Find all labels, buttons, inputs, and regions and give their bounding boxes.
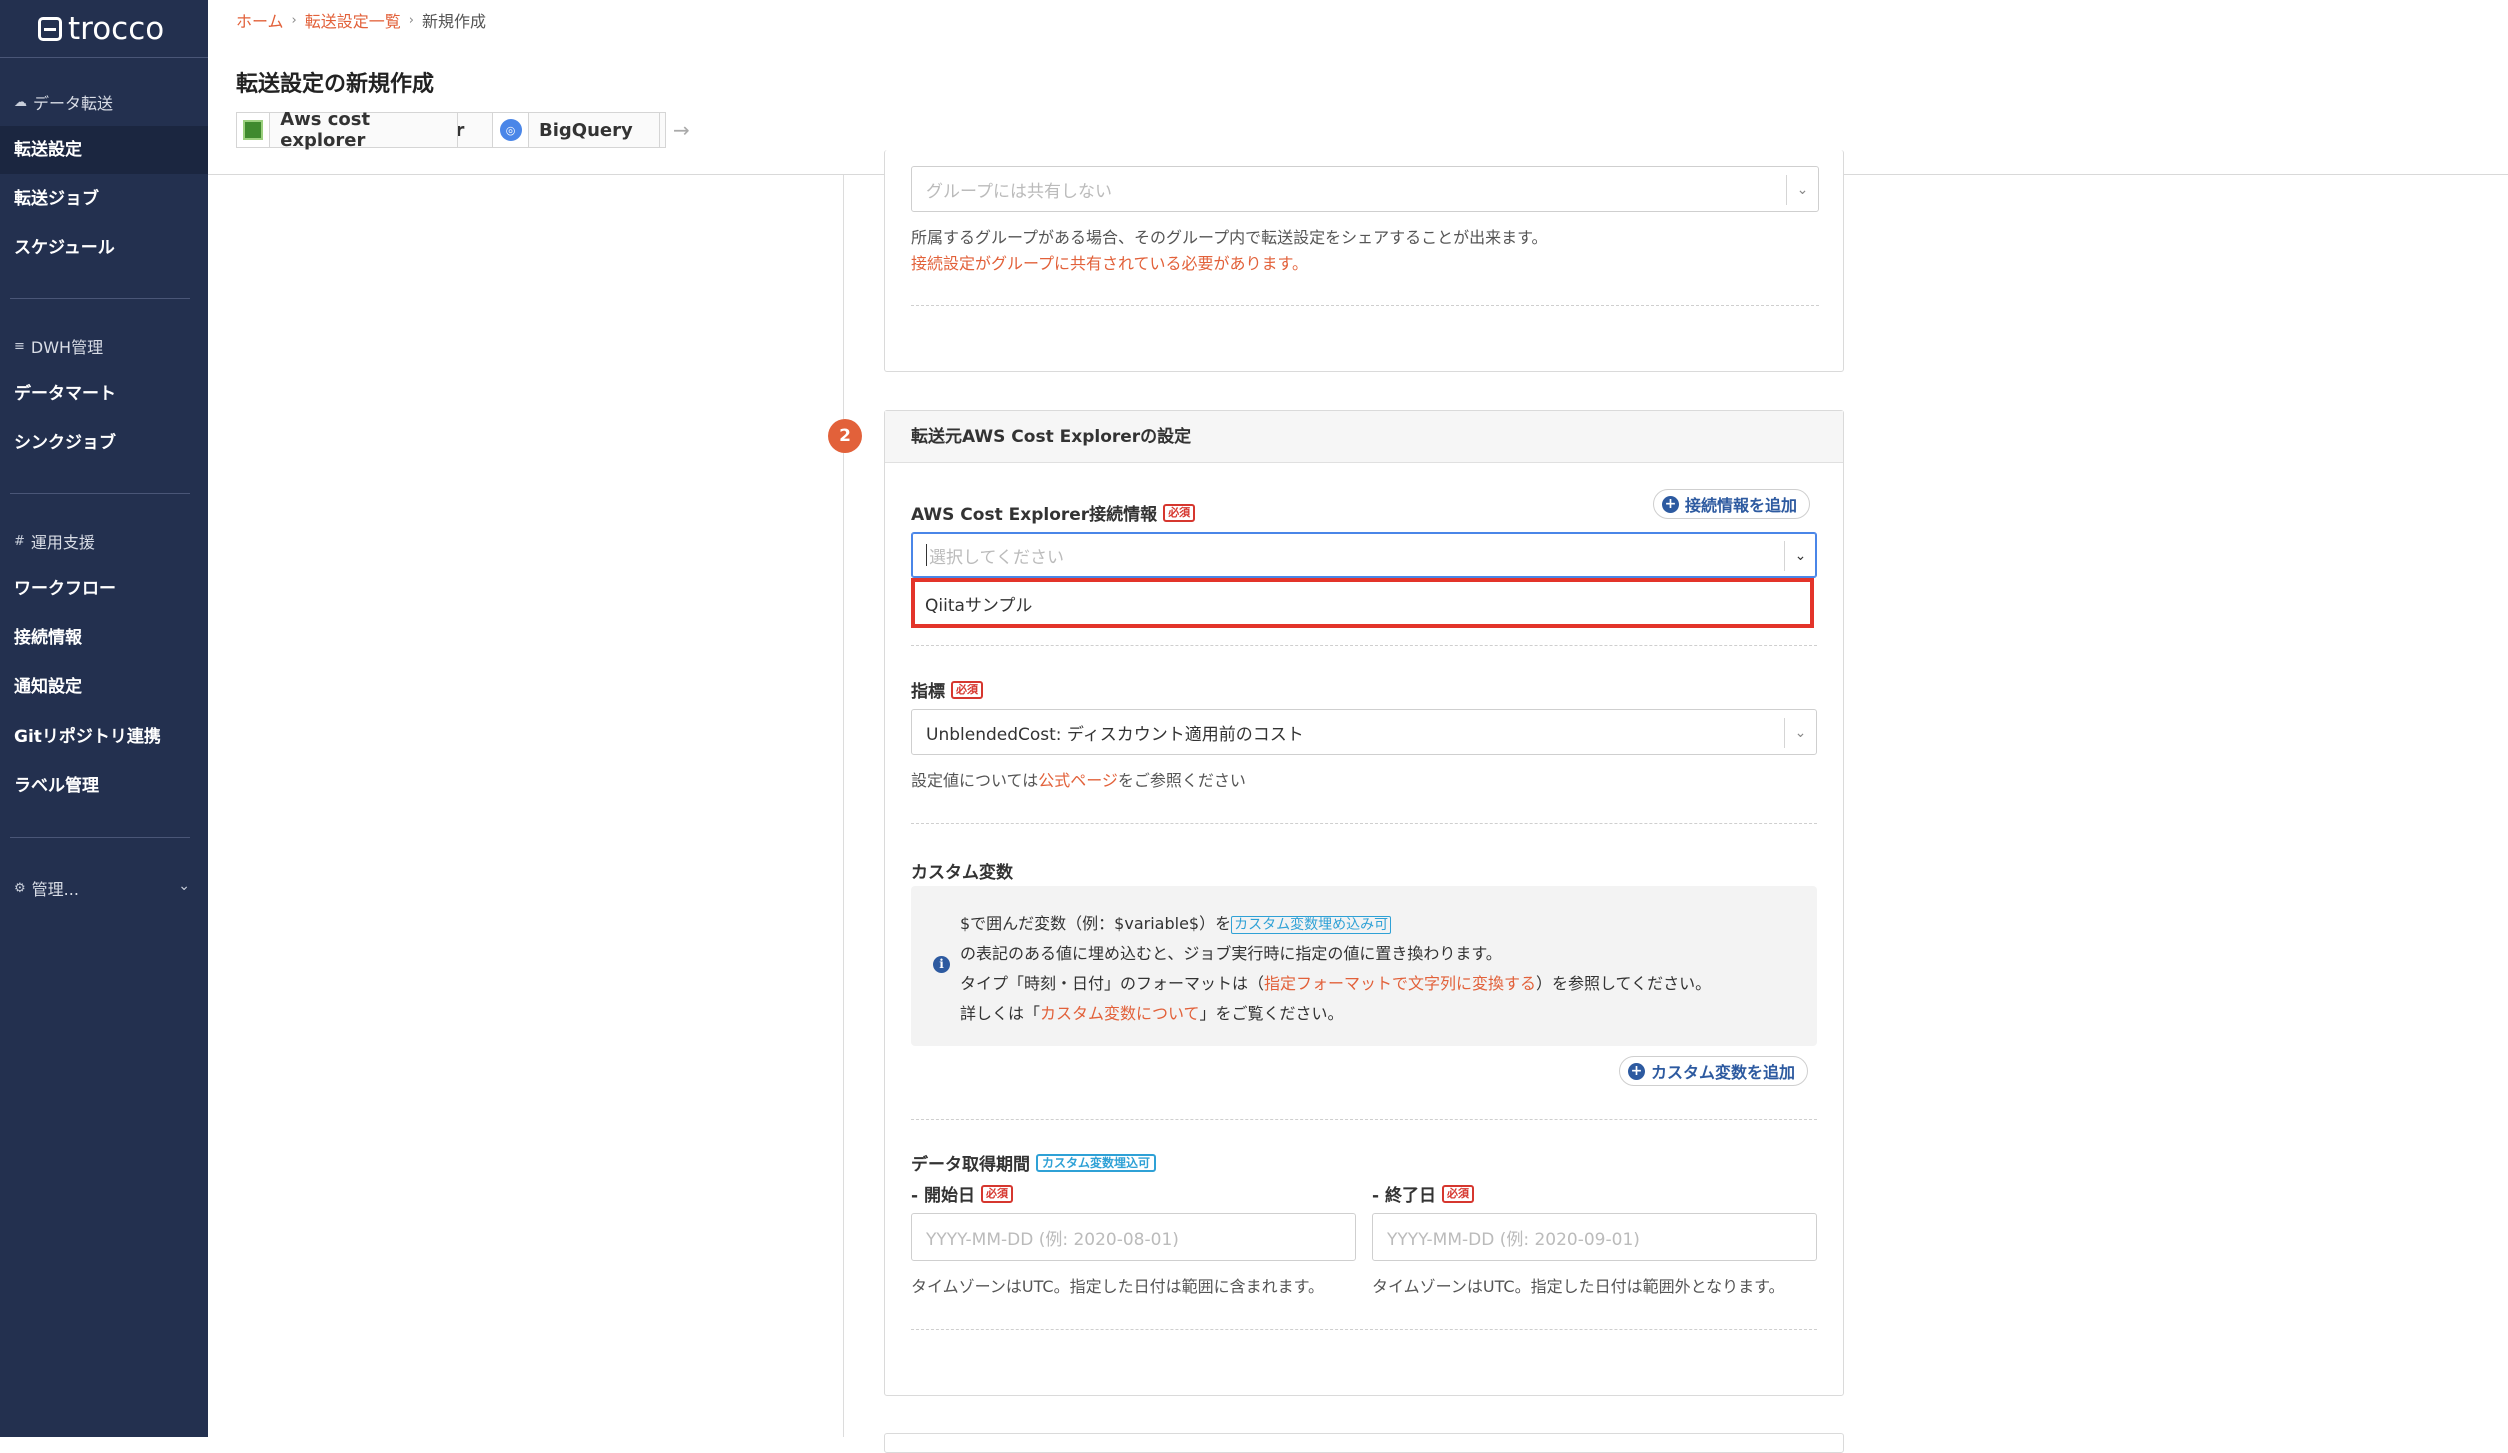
metric-select[interactable]: UnblendedCost: ディスカウント適用前のコスト ⌄ (911, 709, 1817, 755)
format-link[interactable]: 指定フォーマットで文字列に変換する (1264, 974, 1536, 993)
arrow-right-icon: → (673, 118, 690, 142)
chevron-down-icon: ⌄ (1784, 718, 1816, 748)
page-title: 転送設定の新規作成 (236, 72, 435, 97)
end-date-input[interactable]: YYYY-MM-DD (例: 2020-09-01) (1372, 1213, 1817, 1261)
step-badge: 2 (828, 419, 862, 453)
breadcrumb-current: 新規作成 (421, 12, 486, 31)
bigquery-icon: ◎ (493, 113, 529, 147)
breadcrumb: ホーム › 転送設定一覧 › 新規作成 (236, 8, 486, 32)
plus-circle-icon: + (1662, 495, 1679, 513)
gear-icon: ⚙ (14, 880, 26, 896)
sidebar-item-workflow[interactable]: ワークフロー (0, 565, 208, 613)
nav-divider (10, 493, 190, 494)
timeline-line (843, 175, 844, 1437)
sidebar-item-labels[interactable]: ラベル管理 (0, 762, 208, 810)
divider (911, 823, 1817, 824)
end-date-label: - 終了日 必須 (1372, 1181, 1474, 1206)
sidebar: trocco ☁ データ転送 転送設定 転送ジョブ スケジュール ≡ DWH管理… (0, 0, 208, 1437)
cloud-icon: ☁ (14, 94, 27, 110)
connection-label: AWS Cost Explorer接続情報 必須 (911, 500, 1196, 525)
sidebar-item-git[interactable]: Gitリポジトリ連携 (0, 713, 208, 761)
breadcrumb-home[interactable]: ホーム (236, 8, 284, 32)
add-custom-var-button[interactable]: + カスタム変数を追加 (1619, 1056, 1809, 1086)
plus-circle-icon: + (1628, 1062, 1645, 1080)
info-line-2: の表記のある値に埋め込むと、ジョブ実行時に指定の値に置き換わります。 (960, 944, 1502, 963)
sidebar-item-transfer-settings[interactable]: 転送設定 (0, 126, 208, 174)
chevron-down-icon[interactable]: ⌄ (178, 878, 190, 894)
divider (911, 1119, 1817, 1120)
nav-section-dwh: ≡ DWH管理 (14, 338, 104, 357)
divider (911, 645, 1817, 646)
list-icon: ≡ (14, 338, 25, 354)
sidebar-item-transfer-jobs[interactable]: 転送ジョブ (0, 175, 208, 223)
info-line-3: タイプ「時刻・日付」のフォーマットは（指定フォーマットで文字列に変換する）を参照… (960, 974, 1712, 993)
start-date-label: - 開始日 必須 (911, 1181, 1013, 1206)
breadcrumb-separator-icon: › (291, 12, 297, 28)
group-share-help: 所属するグループがある場合、そのグループ内で転送設定をシェアすることが出来ます。 (911, 228, 1548, 247)
nav-section-admin[interactable]: ⚙ 管理... (14, 876, 194, 900)
aws-cost-explorer-icon (237, 113, 271, 147)
required-badge: 必須 (1441, 1184, 1474, 1203)
nav-section-data-transfer: ☁ データ転送 (14, 94, 114, 113)
group-share-select[interactable]: グループには共有しない ⌄ (911, 166, 1819, 212)
logo[interactable]: trocco (0, 0, 208, 58)
destination-connector: ◎ BigQuery (492, 112, 660, 148)
group-share-card: グループには共有しない ⌄ 所属するグループがある場合、そのグループ内で転送設定… (884, 150, 1844, 372)
period-label: データ取得期間 カスタム変数埋込可 (911, 1150, 1157, 1175)
trocco-logo-icon (38, 16, 62, 41)
grid-icon: # (14, 533, 25, 549)
chevron-down-icon: ⌄ (1784, 541, 1816, 571)
end-date-help: タイムゾーンはUTC。指定した日付は範囲外となります。 (1372, 1277, 1785, 1296)
required-badge: 必須 (951, 680, 983, 699)
sidebar-item-notifications[interactable]: 通知設定 (0, 663, 208, 711)
custom-var-badge: カスタム変数埋め込み可 (1231, 916, 1392, 934)
info-icon: i (933, 956, 950, 973)
breadcrumb-transfer-list[interactable]: 転送設定一覧 (305, 8, 401, 32)
sidebar-item-connections[interactable]: 接続情報 (0, 614, 208, 662)
start-date-input[interactable]: YYYY-MM-DD (例: 2020-08-01) (911, 1213, 1356, 1261)
add-connection-button[interactable]: + 接続情報を追加 (1653, 489, 1811, 519)
dropdown-option-qiita-sample[interactable]: Qiitaサンプル (911, 578, 1814, 628)
card-title: 転送元AWS Cost Explorerの設定 (885, 411, 1843, 463)
sidebar-item-schedule[interactable]: スケジュール (0, 224, 208, 272)
custom-var-badge: カスタム変数埋込可 (1036, 1153, 1157, 1172)
connection-select[interactable]: 選択してください ⌄ (911, 532, 1817, 578)
chevron-down-icon: ⌄ (1786, 175, 1818, 205)
sidebar-item-sync-jobs[interactable]: シンクジョブ (0, 419, 208, 467)
metric-help: 設定値については公式ページをご参照ください (911, 771, 1246, 790)
text-cursor (926, 544, 927, 566)
official-page-link[interactable]: 公式ページ (1038, 771, 1118, 790)
info-line-4: 詳しくは「カスタム変数について」をご覧ください。 (960, 1004, 1344, 1023)
custom-vars-info-box: i $で囲んだ変数（例：$variable$）を カスタム変数埋め込み可 の表記の… (911, 886, 1817, 1046)
required-badge: 必須 (1163, 503, 1196, 522)
divider (911, 305, 1819, 306)
source-connector-box: Aws cost explorer (236, 109, 458, 151)
info-line-1: $で囲んだ変数（例：$variable$）を カスタム変数埋め込み可 (960, 910, 1392, 934)
metric-label: 指標 必須 (911, 677, 983, 702)
breadcrumb-separator-icon: › (408, 12, 414, 28)
custom-vars-label: カスタム変数 (911, 863, 1013, 883)
start-date-help: タイムゾーンはUTC。指定した日付は範囲に含まれます。 (911, 1277, 1324, 1296)
sidebar-item-datamart[interactable]: データマート (0, 370, 208, 418)
page-header: ホーム › 転送設定一覧 › 新規作成 転送設定の新規作成 Aws cost e… (208, 0, 2508, 175)
required-badge: 必須 (980, 1184, 1013, 1203)
divider (911, 1329, 1817, 1330)
next-card (884, 1433, 1844, 1453)
group-share-warning: 接続設定がグループに共有されている必要があります。 (911, 254, 1308, 273)
custom-vars-about-link[interactable]: カスタム変数について (1040, 1004, 1200, 1023)
nav-divider (10, 298, 190, 299)
logo-text: trocco (68, 10, 165, 47)
nav-section-ops: # 運用支援 (14, 533, 95, 552)
nav-divider (10, 837, 190, 838)
